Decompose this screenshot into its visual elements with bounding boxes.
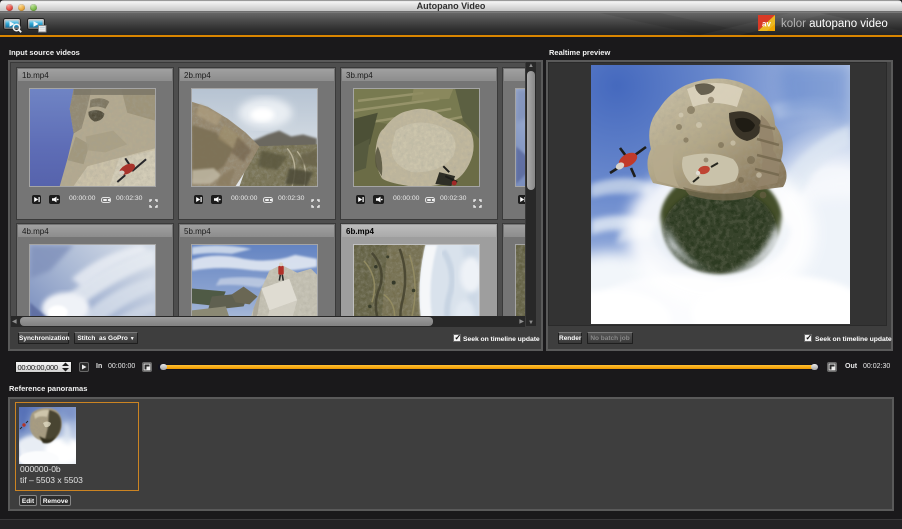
svg-text:av: av <box>762 20 771 29</box>
